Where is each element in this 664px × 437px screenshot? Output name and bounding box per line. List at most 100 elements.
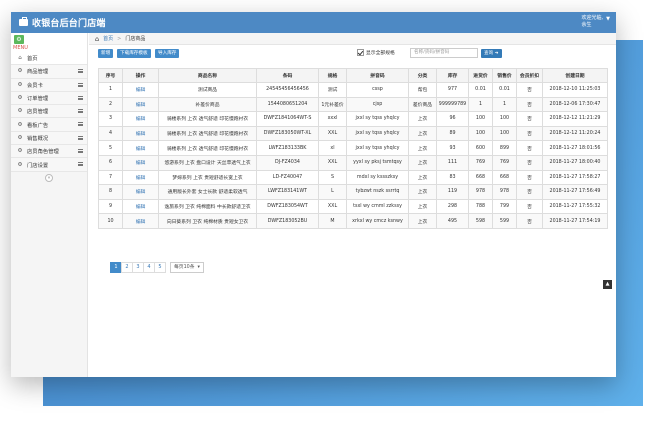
app-title: 收银台后台门店端 <box>32 19 106 29</box>
edit-link[interactable]: 编辑 <box>122 125 159 142</box>
table-cell: 上衣 <box>408 184 437 200</box>
sidebar-item-label: 店员角色管理 <box>27 149 59 156</box>
edit-link[interactable]: 编辑 <box>122 198 159 215</box>
table-row: 3 编辑 骑楼系列 上衣 透气舒适 印花慢跑衬衣 DWFZ1841064WT-S xxx… <box>98 111 608 127</box>
table-cell: 100 <box>468 125 493 142</box>
column-header: 销售价 <box>492 68 517 83</box>
table-cell: 否 <box>516 125 543 142</box>
table-cell: tsxl wy cmml zzkssy <box>346 198 409 215</box>
show-all-specs-checkbox[interactable]: 显示全部规格 <box>357 49 395 56</box>
sidebar-item-roles[interactable]: ⚙ 店员角色管理 <box>11 145 87 159</box>
search-button-label: 查询 <box>484 51 494 56</box>
sidebar-item-staff[interactable]: ⚙ 店员管理 <box>11 105 87 119</box>
table-cell: 否 <box>516 169 543 186</box>
table-row: 8 编辑 通用版长外套 女士长款 舒适柔软透气 LWFZ183141WT Ltybzwt… <box>98 184 608 200</box>
edit-link[interactable]: 编辑 <box>122 96 159 113</box>
table-cell: 96 <box>436 111 469 127</box>
table-cell: 否 <box>516 184 543 200</box>
table-cell: 2018-12-06 17:30:47 <box>542 96 608 113</box>
column-header: 拼音码 <box>346 68 409 83</box>
search-button[interactable]: 查询 ➜ <box>481 49 502 58</box>
sidebar-item-label: 销售概况 <box>27 135 49 142</box>
table-cell: 600 <box>468 140 493 156</box>
table-cell: 骑楼系列 上衣 透气舒适 印花慢跑衬衣 <box>158 140 257 156</box>
table-cell: cssp <box>346 82 409 98</box>
sidebar-item-products[interactable]: ⚙ 商品管理 <box>11 65 87 79</box>
column-header: 分类 <box>408 68 437 83</box>
collapse-sidebar-icon[interactable]: « <box>45 173 53 182</box>
table-cell: 上衣 <box>408 140 437 156</box>
column-header: 进货价 <box>468 68 493 83</box>
checkbox-checked-icon <box>357 49 364 56</box>
table-cell: 向日葵系列 卫衣 纯棉材质 贵短女卫衣 <box>158 213 257 229</box>
scroll-top-icon[interactable]: ▲ <box>603 280 612 289</box>
sidebar-item-store-settings[interactable]: ⚙ 门店设置 <box>11 158 87 172</box>
table-cell: 7 <box>98 169 123 186</box>
sidebar-item-label: 商品管理 <box>27 69 49 76</box>
table-cell: 100 <box>468 111 493 127</box>
home-icon: ⌂ <box>18 55 22 62</box>
table-cell: DWFZ183052BU <box>256 213 319 229</box>
sidebar-item-ads[interactable]: ⚙ 看板广告 <box>11 118 87 132</box>
table-cell: 4 <box>98 125 123 142</box>
page-button[interactable]: 5 <box>154 262 166 273</box>
top-bar: 收银台后台门店端 欢迎光临, 余生 ▼ <box>11 12 616 33</box>
sidebar-item-home[interactable]: ⌂ 首页 <box>11 52 87 66</box>
main-content: ⌂ 首页 > 门店商品 新增 下载库存模板 导入库存 显示全部规格 名称/货码/… <box>89 33 616 377</box>
table-cell: LWFZ183141WT <box>256 184 319 200</box>
table-cell: 978 <box>468 184 493 200</box>
menu-lines-icon <box>78 109 83 114</box>
table-cell: 2018-11-27 18:01:56 <box>542 140 608 156</box>
table-cell: DJ-FZ4034 <box>256 154 319 171</box>
menu-lines-icon <box>78 149 83 154</box>
table-cell: 骑楼系列 上衣 透气舒适 印花慢跑衬衣 <box>158 111 257 127</box>
table-cell: 梦嫁系列 上衣 贵短舒适长宽上衣 <box>158 169 257 186</box>
edit-link[interactable]: 编辑 <box>122 111 159 127</box>
table-cell: 悠游系列 上衣 盘口设计 天丝苹透气上衣 <box>158 154 257 171</box>
search-input[interactable]: 名称/货码/拼音码 <box>410 48 478 58</box>
table-cell: yyxl sy pksj tsmtqsy <box>346 154 409 171</box>
arrow-right-icon: ➜ <box>494 51 499 56</box>
menu-label: MENU <box>11 45 87 52</box>
table-cell: 0.01 <box>468 82 493 98</box>
gear-icon[interactable]: ⚙ <box>14 35 24 44</box>
edit-link[interactable]: 编辑 <box>122 169 159 186</box>
breadcrumb-home-link[interactable]: 首页 <box>103 35 113 42</box>
sidebar-item-sales[interactable]: ⚙ 销售概况 <box>11 131 87 146</box>
table-cell: XXL <box>318 154 347 171</box>
sidebar-item-member-card[interactable]: ⚙ 会员卡 <box>11 78 87 92</box>
table-cell: M <box>318 213 347 229</box>
app-logo[interactable]: 收银台后台门店端 <box>19 16 106 29</box>
edit-link[interactable]: 编辑 <box>122 213 159 229</box>
edit-link[interactable]: 编辑 <box>122 184 159 200</box>
table-cell: 1 <box>492 96 517 113</box>
table-cell: 298 <box>436 198 469 215</box>
edit-link[interactable]: 编辑 <box>122 154 159 171</box>
menu-lines-icon <box>78 135 83 140</box>
table-cell: 1元补差价 <box>318 96 347 113</box>
user-menu[interactable]: 欢迎光临, 余生 ▼ <box>582 15 610 29</box>
table-cell: 上衣 <box>408 198 437 215</box>
caret-down-icon: ▾ <box>197 265 200 270</box>
import-stock-button[interactable]: 导入库存 <box>155 49 180 58</box>
pagination: 1 2 3 4 5 每页10条 ▾ <box>110 262 204 273</box>
table-cell: 2 <box>98 96 123 113</box>
per-page-select[interactable]: 每页10条 ▾ <box>170 262 204 273</box>
menu-lines-icon <box>78 69 83 74</box>
table-cell: 否 <box>516 140 543 156</box>
edit-link[interactable]: 编辑 <box>122 140 159 156</box>
home-icon: ⌂ <box>95 34 100 43</box>
download-template-button[interactable]: 下载库存模板 <box>117 49 151 58</box>
table-cell: 89 <box>436 125 469 142</box>
table-row: 10 编辑 向日葵系列 卫衣 纯棉材质 贵短女卫衣 DWFZ183052BU Mxrkx… <box>98 213 608 229</box>
app-window: 收银台后台门店端 欢迎光临, 余生 ▼ ⚙ MENU ⌂ 首页 ⚙ 商品管理 ⚙… <box>11 12 616 377</box>
add-button[interactable]: 新增 <box>98 49 114 58</box>
table-cell: 799 <box>492 198 517 215</box>
table-cell: S <box>318 169 347 186</box>
table-cell: 上衣 <box>408 154 437 171</box>
table-cell: XXL <box>318 198 347 215</box>
table-cell: 否 <box>516 154 543 171</box>
edit-link[interactable]: 编辑 <box>122 82 159 98</box>
table-cell: 93 <box>436 140 469 156</box>
sidebar-item-orders[interactable]: ⚙ 订单管理 <box>11 91 87 106</box>
